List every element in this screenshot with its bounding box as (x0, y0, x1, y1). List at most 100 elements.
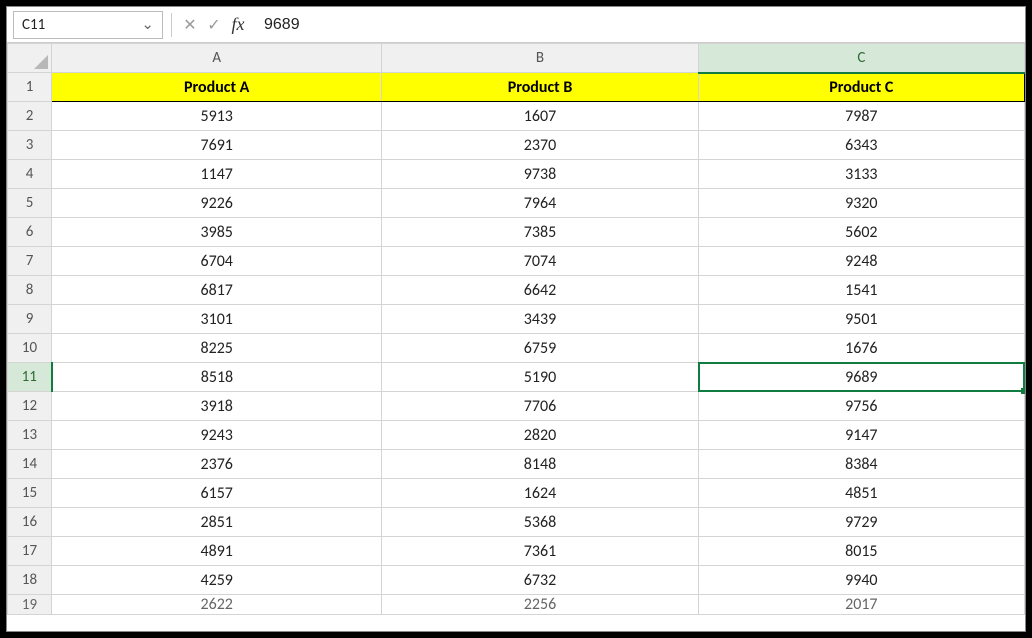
row-header-18[interactable]: 18 (8, 566, 52, 595)
cell-B8[interactable]: 6642 (382, 276, 698, 305)
row-header-15[interactable]: 15 (8, 479, 52, 508)
column-header-A[interactable]: A (52, 44, 382, 73)
cell-B6[interactable]: 7385 (382, 218, 698, 247)
cell-B3[interactable]: 2370 (382, 131, 698, 160)
row-header-16[interactable]: 16 (8, 508, 52, 537)
cell-B13[interactable]: 2820 (382, 421, 698, 450)
formula-input[interactable] (258, 11, 1013, 39)
cell-B16[interactable]: 5368 (382, 508, 698, 537)
cell-A19[interactable]: 2622 (52, 595, 382, 615)
cell-B15[interactable]: 1624 (382, 479, 698, 508)
row-header-6[interactable]: 6 (8, 218, 52, 247)
row-header-1[interactable]: 1 (8, 73, 52, 102)
cell-B14[interactable]: 8148 (382, 450, 698, 479)
table-row: 1 Product A Product B Product C (8, 73, 1025, 102)
cell-C18[interactable]: 9940 (698, 566, 1024, 595)
table-row: 17 4891 7361 8015 (8, 537, 1025, 566)
name-box[interactable]: C11 ⌄ (13, 11, 163, 39)
table-row: 5 9226 7964 9320 (8, 189, 1025, 218)
cell-B10[interactable]: 6759 (382, 334, 698, 363)
cell-A1[interactable]: Product A (52, 73, 382, 102)
column-header-C[interactable]: C (698, 44, 1024, 73)
cell-A16[interactable]: 2851 (52, 508, 382, 537)
table-row: 10 8225 6759 1676 (8, 334, 1025, 363)
cell-C12[interactable]: 9756 (698, 392, 1024, 421)
cell-C11[interactable]: 9689 (698, 363, 1024, 392)
cell-A9[interactable]: 3101 (52, 305, 382, 334)
confirm-button[interactable]: ✓ (202, 11, 226, 39)
row-header-12[interactable]: 12 (8, 392, 52, 421)
cell-B7[interactable]: 7074 (382, 247, 698, 276)
cell-C13[interactable]: 9147 (698, 421, 1024, 450)
cell-C6[interactable]: 5602 (698, 218, 1024, 247)
row-header-19[interactable]: 19 (8, 595, 52, 615)
cell-B12[interactable]: 7706 (382, 392, 698, 421)
row-header-11[interactable]: 11 (8, 363, 52, 392)
cell-B5[interactable]: 7964 (382, 189, 698, 218)
spreadsheet-grid[interactable]: A B C 1 Product A Product B Product C 2 … (7, 43, 1025, 631)
row-header-9[interactable]: 9 (8, 305, 52, 334)
cell-A7[interactable]: 6704 (52, 247, 382, 276)
select-all-corner[interactable] (8, 44, 52, 73)
row-header-10[interactable]: 10 (8, 334, 52, 363)
cell-A15[interactable]: 6157 (52, 479, 382, 508)
cell-C2[interactable]: 7987 (698, 102, 1024, 131)
table-row: 6 3985 7385 5602 (8, 218, 1025, 247)
cell-C8[interactable]: 1541 (698, 276, 1024, 305)
row-header-4[interactable]: 4 (8, 160, 52, 189)
cell-value: 9689 (845, 368, 877, 387)
cell-A14[interactable]: 2376 (52, 450, 382, 479)
cell-B18[interactable]: 6732 (382, 566, 698, 595)
row-header-5[interactable]: 5 (8, 189, 52, 218)
cell-C14[interactable]: 8384 (698, 450, 1024, 479)
cell-C7[interactable]: 9248 (698, 247, 1024, 276)
table-row: 12 3918 7706 9756 (8, 392, 1025, 421)
row-header-14[interactable]: 14 (8, 450, 52, 479)
row-header-13[interactable]: 13 (8, 421, 52, 450)
cell-B4[interactable]: 9738 (382, 160, 698, 189)
table-row: 14 2376 8148 8384 (8, 450, 1025, 479)
table-row: 15 6157 1624 4851 (8, 479, 1025, 508)
cell-A18[interactable]: 4259 (52, 566, 382, 595)
cell-C1[interactable]: Product C (698, 73, 1024, 102)
row-header-3[interactable]: 3 (8, 131, 52, 160)
cell-C15[interactable]: 4851 (698, 479, 1024, 508)
cell-A3[interactable]: 7691 (52, 131, 382, 160)
cell-A17[interactable]: 4891 (52, 537, 382, 566)
cell-A12[interactable]: 3918 (52, 392, 382, 421)
row-header-17[interactable]: 17 (8, 537, 52, 566)
cell-B17[interactable]: 7361 (382, 537, 698, 566)
row-header-8[interactable]: 8 (8, 276, 52, 305)
cell-C9[interactable]: 9501 (698, 305, 1024, 334)
cell-C4[interactable]: 3133 (698, 160, 1024, 189)
cell-A13[interactable]: 9243 (52, 421, 382, 450)
cell-C5[interactable]: 9320 (698, 189, 1024, 218)
cell-A10[interactable]: 8225 (52, 334, 382, 363)
fill-handle[interactable] (1021, 388, 1025, 394)
cell-B11[interactable]: 5190 (382, 363, 698, 392)
insert-function-button[interactable]: fx (226, 11, 250, 39)
cell-C10[interactable]: 1676 (698, 334, 1024, 363)
row-header-7[interactable]: 7 (8, 247, 52, 276)
chevron-down-icon[interactable]: ⌄ (141, 15, 154, 34)
cell-C3[interactable]: 6343 (698, 131, 1024, 160)
cell-C16[interactable]: 9729 (698, 508, 1024, 537)
cell-A11[interactable]: 8518 (52, 363, 382, 392)
table-row: 4 1147 9738 3133 (8, 160, 1025, 189)
cell-A2[interactable]: 5913 (52, 102, 382, 131)
cell-A8[interactable]: 6817 (52, 276, 382, 305)
row-header-2[interactable]: 2 (8, 102, 52, 131)
table-row: 11 8518 5190 9689 (8, 363, 1025, 392)
cell-A4[interactable]: 1147 (52, 160, 382, 189)
cell-C19[interactable]: 2017 (698, 595, 1024, 615)
cell-B9[interactable]: 3439 (382, 305, 698, 334)
cancel-button[interactable]: ✕ (178, 11, 202, 39)
cell-B19[interactable]: 2256 (382, 595, 698, 615)
cell-B2[interactable]: 1607 (382, 102, 698, 131)
column-header-B[interactable]: B (382, 44, 698, 73)
cell-C17[interactable]: 8015 (698, 537, 1024, 566)
cell-A5[interactable]: 9226 (52, 189, 382, 218)
formula-bar: C11 ⌄ ✕ ✓ fx (7, 7, 1025, 43)
cell-B1[interactable]: Product B (382, 73, 698, 102)
cell-A6[interactable]: 3985 (52, 218, 382, 247)
